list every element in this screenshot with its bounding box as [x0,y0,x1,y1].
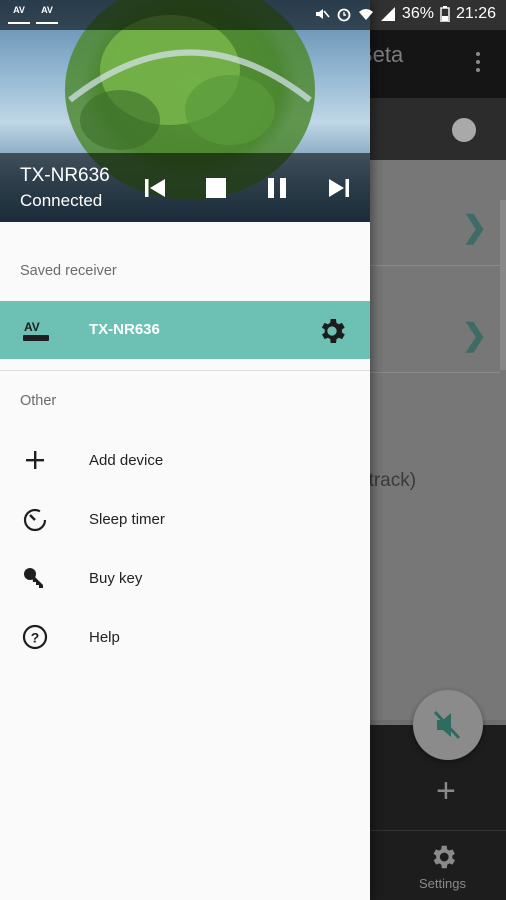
header-shade [0,153,370,222]
saved-receiver-name[interactable]: TX-NR636 [89,321,160,338]
menu-item-sleep-timer[interactable]: Sleep timer [0,494,370,544]
menu-item-label: Buy key [89,570,143,587]
navigation-drawer: TX-NR636 Connected Saved receiver AV TX-… [0,0,370,900]
key-icon [24,568,43,588]
help-icon: ? [22,624,48,650]
plus-icon [26,451,44,469]
receiver-settings-gear-icon[interactable] [316,315,348,347]
saved-receiver-section-label: Saved receiver [20,263,117,279]
battery-percent: 36% [401,5,434,22]
av-receiver-icon: AV [23,320,49,341]
drawer-header-image [0,0,370,222]
menu-item-add-device[interactable]: Add device [0,435,370,485]
other-section-label: Other [20,393,57,409]
wifi-icon [358,9,373,20]
stop-icon[interactable] [202,174,230,202]
menu-item-label: Sleep timer [89,511,165,528]
bottom-nav-settings-label[interactable]: Settings [419,876,466,891]
menu-item-label: Add device [89,452,164,469]
menu-item-buy-key[interactable]: Buy key [0,553,370,603]
av-notification-icon: AV [36,6,58,24]
av-notification-icon: AV [8,6,30,24]
next-track-icon[interactable] [325,174,353,202]
previous-track-icon[interactable] [141,174,169,202]
overflow-menu-icon[interactable] [474,52,482,76]
pause-icon[interactable] [263,174,291,202]
signal-icon [380,7,395,21]
alarm-icon [337,8,351,22]
menu-item-label: Help [89,629,120,646]
status-bar: AV AV 36% 21:26 [0,0,506,30]
volume-mute-icon [433,710,461,740]
svg-text:?: ? [31,630,40,646]
chevron-right-icon: ❯ [462,319,488,352]
scrollbar[interactable] [500,200,506,370]
connection-status: Connected [20,191,103,210]
chevron-right-icon: ❯ [462,211,488,244]
clock: 21:26 [455,5,496,22]
add-icon[interactable]: + [436,772,456,811]
header-receiver-name: TX-NR636 [20,165,110,186]
mute-fab[interactable] [413,690,483,760]
mute-icon [315,9,330,19]
timer-icon [23,508,47,532]
menu-item-help[interactable]: ? Help [0,612,370,662]
power-toggle[interactable] [452,118,476,142]
divider [370,830,506,831]
drawer-divider [0,370,370,371]
svg-text:AV: AV [24,320,40,334]
battery-icon [440,6,450,22]
settings-gear-icon[interactable] [428,842,458,872]
saved-receiver-item[interactable] [0,301,370,359]
